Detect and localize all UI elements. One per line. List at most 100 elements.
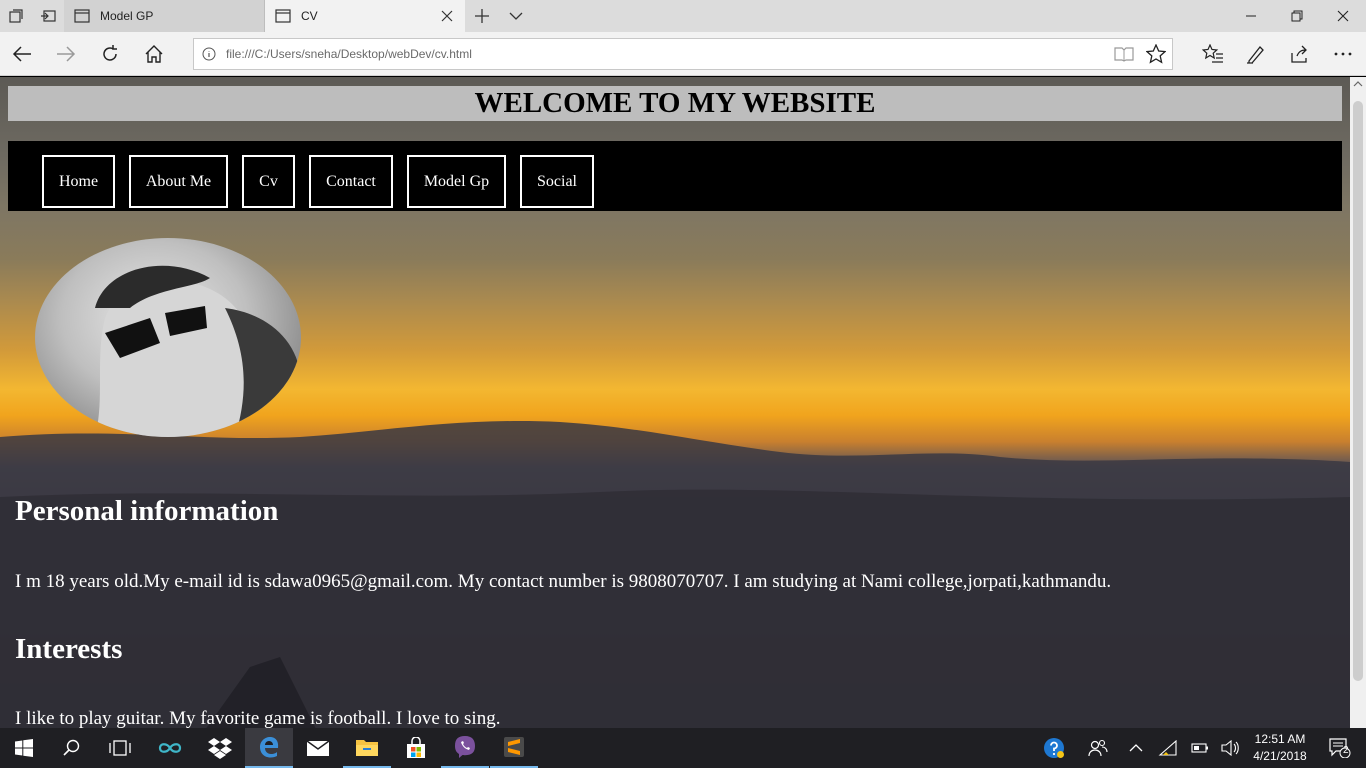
book-icon <box>1114 47 1134 62</box>
favorites-list-icon <box>1202 44 1223 63</box>
vertical-scrollbar[interactable] <box>1350 77 1366 728</box>
back-arrow-icon <box>12 46 31 62</box>
more-button[interactable] <box>1325 36 1361 72</box>
sublime-text-icon <box>504 737 524 757</box>
set-aside-tabs-icon[interactable] <box>32 0 64 32</box>
speaker-icon <box>1221 740 1239 756</box>
notification-count-badge: 2 <box>1343 745 1349 756</box>
people-icon <box>1088 739 1108 757</box>
refresh-button[interactable] <box>92 36 128 72</box>
nav-contact-link[interactable]: Contact <box>309 155 393 208</box>
home-button[interactable] <box>136 36 172 72</box>
reading-view-button[interactable] <box>1108 39 1140 69</box>
refresh-icon <box>103 45 117 61</box>
personal-info-text: I m 18 years old.My e-mail id is sdawa09… <box>15 571 1112 592</box>
title-bar-drag-area <box>533 0 1228 32</box>
tab-cv[interactable]: CV <box>265 0 465 32</box>
page-icon <box>275 9 291 23</box>
chevron-up-icon <box>1129 744 1143 752</box>
infinity-app-icon <box>158 743 182 753</box>
taskbar-app-dropbox[interactable] <box>196 728 244 768</box>
personal-info-heading: Personal information <box>15 495 279 527</box>
task-view-icon <box>109 740 131 756</box>
people-button[interactable] <box>1084 728 1112 768</box>
edge-icon <box>260 737 279 758</box>
share-button[interactable] <box>1281 36 1317 72</box>
pen-icon <box>1247 46 1264 64</box>
tab-title: CV <box>301 9 318 23</box>
nav-cv-link[interactable]: Cv <box>242 155 295 208</box>
close-window-button[interactable] <box>1320 0 1366 32</box>
taskbar-app-store[interactable] <box>392 728 440 768</box>
taskbar-clock[interactable]: 12:51 AM 4/21/2018 <box>1240 731 1320 765</box>
close-tab-icon[interactable] <box>439 8 455 24</box>
share-icon <box>1291 45 1307 63</box>
page-viewport: WELCOME TO MY WEBSITE Home About Me Cv C… <box>0 77 1366 728</box>
taskbar-app-mail[interactable] <box>294 728 342 768</box>
nav-model-gp-link[interactable]: Model Gp <box>407 155 506 208</box>
wifi-icon <box>1158 740 1177 756</box>
mountain-background-image <box>0 421 1350 728</box>
task-view-button[interactable] <box>96 728 144 768</box>
nav-social-link[interactable]: Social <box>520 155 594 208</box>
home-icon <box>145 45 163 63</box>
start-button[interactable] <box>0 728 48 768</box>
taskbar-app-infinity[interactable] <box>146 728 194 768</box>
address-bar[interactable]: file:///C:/Users/sneha/Desktop/webDev/cv… <box>193 38 1173 70</box>
nav-about-me-link[interactable]: About Me <box>129 155 228 208</box>
chevron-down-icon <box>509 12 523 20</box>
taskbar-app-viber[interactable] <box>441 728 489 768</box>
tab-preview-button[interactable] <box>499 0 533 32</box>
forward-button[interactable] <box>48 36 84 72</box>
nav-home-link[interactable]: Home <box>42 155 115 208</box>
restore-icon <box>1291 10 1303 22</box>
star-icon <box>1146 44 1166 64</box>
windows-taskbar: 12:51 AM 4/21/2018 2 <box>0 728 1366 768</box>
network-button[interactable] <box>1156 728 1180 768</box>
favorite-button[interactable] <box>1140 39 1172 69</box>
tab-manager-icon[interactable] <box>0 0 32 32</box>
tab-title: Model GP <box>100 9 154 23</box>
search-button[interactable] <box>48 728 96 768</box>
file-explorer-icon <box>356 740 378 756</box>
taskbar-app-edge[interactable] <box>245 728 293 768</box>
close-icon <box>1337 10 1349 22</box>
viber-icon <box>455 736 475 758</box>
info-icon[interactable] <box>194 47 224 61</box>
start-icon <box>15 739 33 757</box>
minimize-icon <box>1246 15 1256 17</box>
page-title: WELCOME TO MY WEBSITE <box>8 86 1342 121</box>
dropbox-icon <box>208 738 232 759</box>
scrollbar-thumb[interactable] <box>1353 101 1363 681</box>
browser-toolbar: file:///C:/Users/sneha/Desktop/webDev/cv… <box>0 32 1366 76</box>
profile-photo <box>35 238 301 437</box>
clock-date: 4/21/2018 <box>1253 749 1307 763</box>
store-icon <box>407 737 425 758</box>
scroll-up-icon[interactable] <box>1350 77 1366 91</box>
back-button[interactable] <box>4 36 40 72</box>
forward-arrow-icon <box>57 46 76 62</box>
minimize-button[interactable] <box>1228 0 1274 32</box>
show-hidden-icons-button[interactable] <box>1124 728 1148 768</box>
volume-button[interactable] <box>1218 728 1242 768</box>
taskbar-app-sublime-text[interactable] <box>490 728 538 768</box>
tab-model-gp[interactable]: Model GP <box>64 0 265 32</box>
search-icon <box>63 739 80 756</box>
url-text[interactable]: file:///C:/Users/sneha/Desktop/webDev/cv… <box>224 47 1108 61</box>
favorites-hub-button[interactable] <box>1195 36 1231 72</box>
taskbar-app-file-explorer[interactable] <box>343 728 391 768</box>
interests-heading: Interests <box>15 633 123 665</box>
site-navigation: Home About Me Cv Contact Model Gp Social <box>8 141 1342 211</box>
new-tab-button[interactable] <box>465 0 499 32</box>
mail-icon <box>306 740 330 756</box>
clock-time: 12:51 AM <box>1254 732 1306 746</box>
interests-text: I like to play guitar. My favorite game … <box>15 708 501 728</box>
browser-tab-bar: Model GP CV <box>0 0 1366 32</box>
restore-button[interactable] <box>1274 0 1320 32</box>
battery-button[interactable] <box>1188 728 1212 768</box>
page-icon <box>74 9 90 23</box>
action-center-button[interactable]: 2 <box>1318 728 1362 768</box>
help-tray-button[interactable] <box>1040 728 1068 768</box>
web-note-button[interactable] <box>1238 36 1274 72</box>
more-dots-icon <box>1334 52 1352 56</box>
